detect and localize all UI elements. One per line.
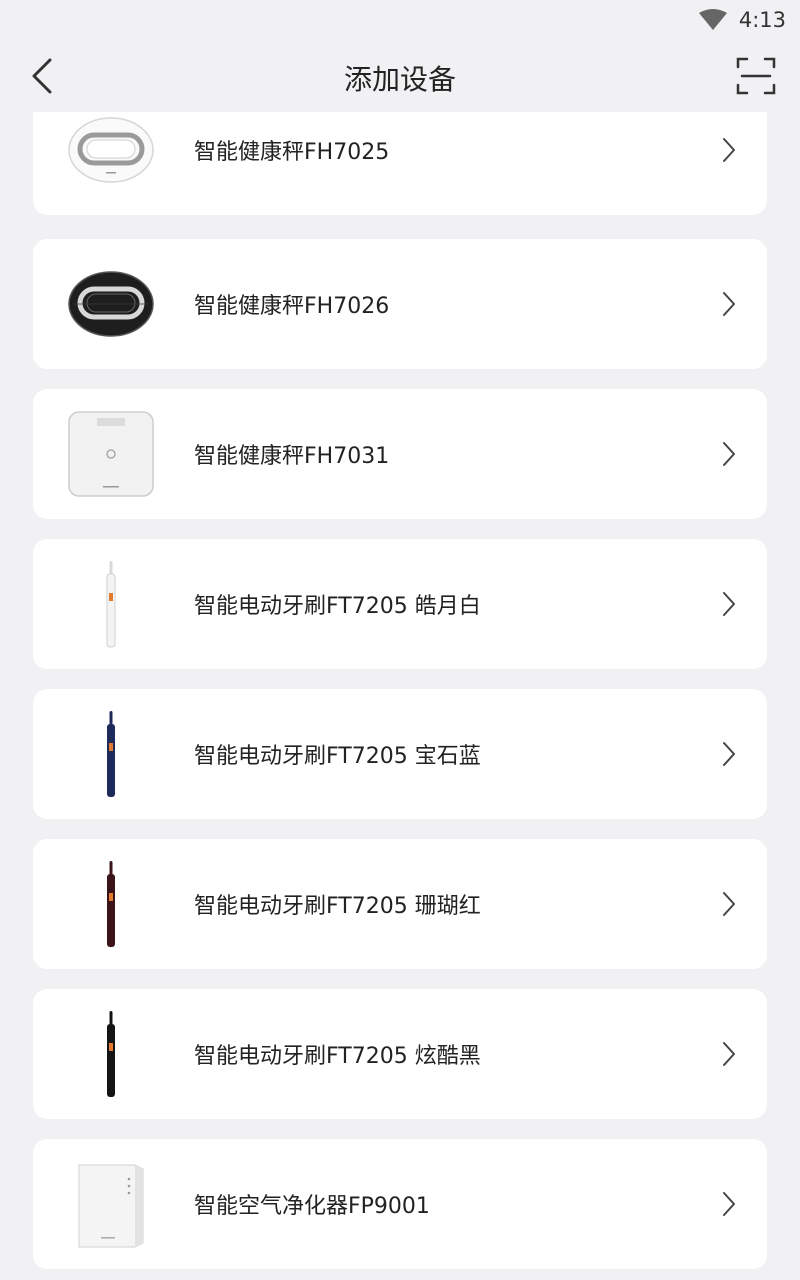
chevron-right-icon — [723, 1192, 735, 1216]
device-image — [63, 1156, 159, 1252]
chevron-right-icon — [723, 442, 735, 466]
chevron-right-icon — [723, 592, 735, 616]
chevron-right-icon — [723, 892, 735, 916]
status-bar: 4:13 — [0, 0, 800, 40]
device-name: 智能电动牙刷FT7205 皓月白 — [194, 594, 481, 619]
app-bar: 添加设备 — [0, 40, 800, 112]
device-name: 智能空气净化器FP9001 — [194, 1194, 430, 1219]
device-list: 智能健康秤FH7025 智能健康秤FH7026 智能健康秤FH7031 智能电动… — [33, 112, 767, 1280]
device-card[interactable]: 智能电动牙刷FT7205 珊瑚红 — [33, 839, 767, 969]
device-name: 智能电动牙刷FT7205 珊瑚红 — [194, 894, 481, 919]
page-title: 添加设备 — [343, 63, 456, 96]
chevron-right-icon — [723, 1042, 735, 1066]
device-card[interactable]: 智能健康秤FH7026 — [33, 239, 767, 369]
chevron-right-icon — [723, 292, 735, 316]
status-time: 4:13 — [738, 8, 786, 32]
device-image — [63, 256, 159, 352]
device-image — [63, 856, 159, 952]
device-name: 智能健康秤FH7031 — [194, 444, 390, 469]
device-name: 智能电动牙刷FT7205 炫酷黑 — [194, 1044, 481, 1069]
device-name: 智能健康秤FH7026 — [194, 294, 390, 319]
scan-icon — [736, 57, 776, 95]
device-image — [63, 1006, 159, 1102]
device-card[interactable]: 智能电动牙刷FT7205 皓月白 — [33, 539, 767, 669]
device-card[interactable]: 智能电动牙刷FT7205 宝石蓝 — [33, 689, 767, 819]
device-image — [63, 406, 159, 502]
device-card[interactable]: 智能空气净化器FP9001 — [33, 1139, 767, 1269]
device-image — [63, 556, 159, 652]
device-card[interactable]: 智能电动牙刷FT7205 炫酷黑 — [33, 989, 767, 1119]
device-image — [63, 112, 159, 198]
device-card[interactable]: 智能健康秤FH7031 — [33, 389, 767, 519]
device-name: 智能电动牙刷FT7205 宝石蓝 — [194, 744, 481, 769]
device-image — [63, 706, 159, 802]
chevron-right-icon — [723, 138, 735, 162]
chevron-right-icon — [723, 742, 735, 766]
wifi-icon — [699, 9, 727, 30]
device-name: 智能健康秤FH7025 — [194, 140, 390, 165]
scan-button[interactable] — [736, 56, 776, 96]
device-card[interactable]: 智能健康秤FH7025 — [33, 112, 767, 215]
